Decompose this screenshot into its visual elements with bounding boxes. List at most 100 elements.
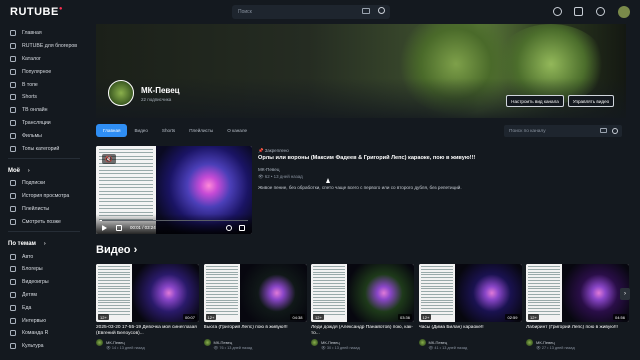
- shorts-icon: [10, 94, 16, 101]
- duration-badge: 04:38: [290, 314, 305, 320]
- keyboard-icon[interactable]: [362, 8, 370, 14]
- channel-name: МК-Певец: [141, 86, 180, 95]
- tab-3[interactable]: Плейлисты: [182, 124, 220, 137]
- video-meta: 👁 41 • 13 дней назад: [428, 346, 468, 350]
- sidebar-item-catalog[interactable]: Каталог: [0, 53, 88, 66]
- categories-icon: [10, 145, 16, 152]
- age-badge: 12+: [528, 314, 539, 320]
- video-thumbnail[interactable]: 12+ 04:38: [203, 264, 307, 322]
- video-title[interactable]: 2025-03-20 17-55-19 Девочка моя синеглаз…: [96, 325, 199, 337]
- sidebar-item-label: Фильмы: [22, 132, 42, 139]
- tab-4[interactable]: О канале: [220, 124, 254, 137]
- sidebar-item-top[interactable]: В топе: [0, 78, 88, 91]
- sidebar-item-fire[interactable]: Популярное: [0, 65, 88, 78]
- sidebar-item-categories[interactable]: Топы категорий: [0, 142, 88, 155]
- sidebar-item-microphone[interactable]: Интервью: [0, 314, 88, 327]
- video-card[interactable]: 12+ 03:36 Леди дождя (Александр Панайотов)…: [311, 264, 414, 350]
- notifications-icon[interactable]: [574, 7, 583, 16]
- playlist-icon: [10, 205, 16, 212]
- customize-channel-button[interactable]: Настроить вид канала: [506, 95, 564, 107]
- channel-avatar[interactable]: [108, 80, 134, 106]
- subscriptions-icon: [10, 180, 16, 187]
- video-title[interactable]: Лабиринт (Григорий Лепс) пою в живую!!!: [526, 325, 629, 337]
- tab-1[interactable]: Видео: [127, 124, 154, 137]
- duration-badge: 04:56: [612, 314, 627, 320]
- tab-2[interactable]: Shorts: [155, 124, 182, 137]
- search-input[interactable]: Поиск: [232, 5, 390, 19]
- featured-channel-name[interactable]: МК-Певец: [258, 167, 279, 172]
- theme-icon[interactable]: [596, 7, 605, 16]
- food-icon: [10, 304, 16, 311]
- sidebar-item-home[interactable]: Главная: [0, 27, 88, 40]
- video-title[interactable]: Вьюга (Григорий Лепс) пою в живую!!!: [204, 325, 307, 337]
- channel-avatar[interactable]: [526, 339, 533, 346]
- video-thumbnail[interactable]: 12+ 02:59: [418, 264, 522, 322]
- video-thumbnail[interactable]: 12+ 04:56: [526, 264, 629, 322]
- pinned-label: 📌 Закреплено: [258, 148, 289, 153]
- sidebar-item-subscriptions[interactable]: Подписки: [0, 177, 88, 190]
- age-badge: 12+: [205, 314, 217, 320]
- channel-avatar[interactable]: [96, 339, 103, 346]
- sidebar-item-label: Каталог: [22, 55, 41, 62]
- carousel-next-button[interactable]: ›: [620, 288, 630, 300]
- video-card[interactable]: 12+ 00:07 2025-03-20 17-55-19 Девочка моя …: [96, 264, 199, 350]
- search-icon[interactable]: [378, 7, 385, 14]
- sidebar-item-playlist[interactable]: Плейлисты: [0, 203, 88, 216]
- sidebar-item-team[interactable]: Команда R: [0, 327, 88, 340]
- rutube-logo[interactable]: RUTUBE●: [10, 6, 63, 18]
- settings-icon[interactable]: [226, 225, 232, 231]
- top-bar: RUTUBE● Поиск: [0, 0, 640, 24]
- sidebar-item-label: Смотреть позже: [22, 218, 61, 225]
- fullscreen-icon[interactable]: [239, 225, 245, 231]
- channel-search-input[interactable]: Поиск по каналу: [504, 125, 622, 137]
- videos-section-title[interactable]: Видео ›: [96, 244, 137, 256]
- featured-video-player[interactable]: 00:01 / 03:24: [96, 146, 252, 234]
- channel-avatar[interactable]: [203, 339, 211, 346]
- sidebar-item-blogger[interactable]: RUTUBE для блогеров: [0, 40, 88, 53]
- upload-icon[interactable]: [553, 7, 562, 16]
- sidebar-item-history[interactable]: История просмотра: [0, 190, 88, 203]
- video-card[interactable]: 12+ 04:38 Вьюга (Григорий Лепс) пою в живу…: [203, 264, 307, 350]
- video-thumbnail[interactable]: 12+ 03:36: [311, 264, 414, 322]
- video-meta: 👁 30 • 13 дней назад: [321, 346, 360, 350]
- sidebar-item-kids[interactable]: Детям: [0, 289, 88, 302]
- video-title[interactable]: Часы (Дима Билан) караоке!!: [419, 325, 522, 337]
- sidebar-section-topics[interactable]: По темам ›: [0, 238, 88, 250]
- sidebar-item-culture[interactable]: Культура: [0, 340, 88, 353]
- video-title[interactable]: Леди дождя (Александр Панайотов) пою, ка…: [311, 325, 414, 337]
- sidebar-item-gamepad[interactable]: Видеоигры: [0, 276, 88, 289]
- channel-avatar[interactable]: [311, 339, 318, 346]
- tab-0[interactable]: Главная: [96, 124, 128, 137]
- video-card[interactable]: 12+ 02:59 Часы (Дима Билан) караоке!! МК-Пе…: [418, 264, 522, 350]
- video-meta: 👁 14 • 13 дней назад: [106, 346, 145, 350]
- volume-icon[interactable]: [116, 225, 122, 231]
- video-card[interactable]: 12+ 04:56 Лабиринт (Григорий Лепс) пою в ж…: [526, 264, 629, 350]
- channel-avatar[interactable]: [418, 339, 426, 346]
- keyboard-icon[interactable]: [600, 128, 607, 133]
- car-icon: [10, 253, 16, 260]
- sidebar-item-car[interactable]: Авто: [0, 250, 88, 263]
- sidebar-item-clock[interactable]: Смотреть позже: [0, 215, 88, 228]
- age-badge: 12+: [313, 314, 324, 320]
- search-icon[interactable]: [612, 127, 618, 134]
- play-icon[interactable]: [102, 225, 107, 231]
- culture-icon: [10, 343, 16, 350]
- featured-meta: 👁 62 • 13 дней назад: [258, 174, 303, 179]
- progress-bar[interactable]: [100, 219, 248, 221]
- sidebar-item-broadcast[interactable]: Трансляции: [0, 117, 88, 130]
- sidebar-item-tv[interactable]: ТВ онлайн: [0, 104, 88, 117]
- sidebar-section-mine[interactable]: Моё ›: [0, 165, 88, 177]
- muted-indicator-icon[interactable]: 🔇: [102, 154, 116, 164]
- sidebar-item-label: Главная: [22, 30, 42, 37]
- sidebar-item-film[interactable]: Фильмы: [0, 129, 88, 142]
- sidebar-item-shorts[interactable]: Shorts: [0, 91, 88, 104]
- video-thumbnail[interactable]: 12+ 00:07: [96, 264, 199, 322]
- sidebar-item-blogger[interactable]: Блогеры: [0, 263, 88, 276]
- user-avatar[interactable]: [618, 6, 630, 18]
- chevron-right-icon: ›: [43, 241, 46, 248]
- manage-videos-button[interactable]: Управлять видео: [568, 95, 614, 107]
- duration-badge: 03:36: [397, 314, 412, 320]
- sidebar-item-label: Блогеры: [22, 266, 43, 273]
- sidebar-item-food[interactable]: Еда: [0, 301, 88, 314]
- featured-video-title[interactable]: Орлы или вороны (Максим Фадеев & Григори…: [258, 155, 538, 161]
